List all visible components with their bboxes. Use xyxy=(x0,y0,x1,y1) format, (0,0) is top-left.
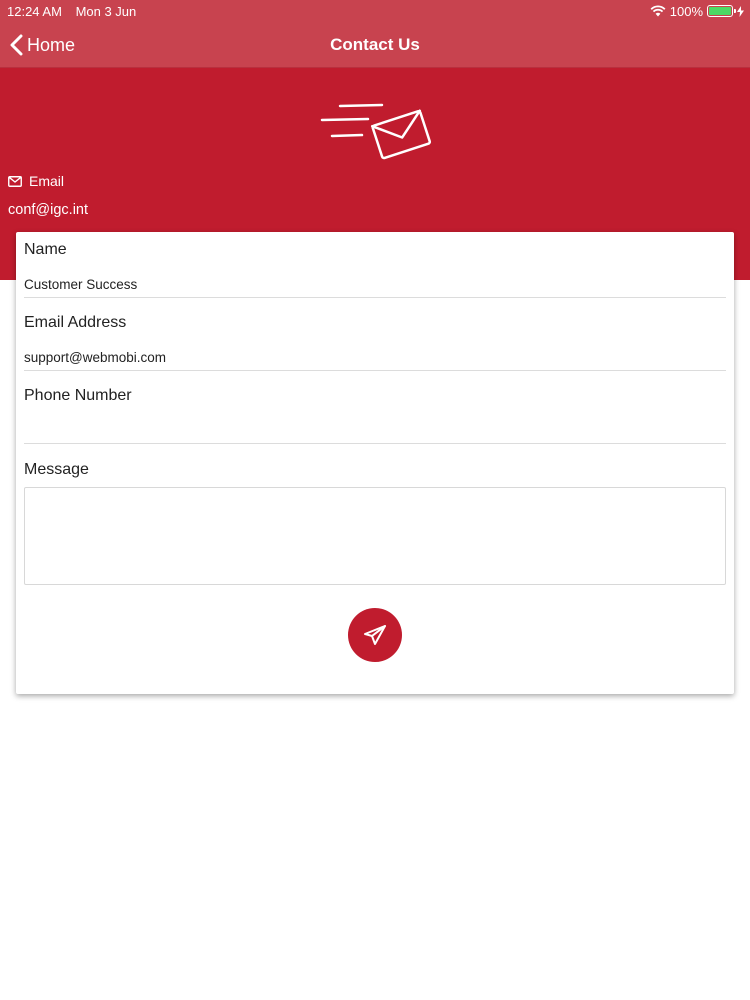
paper-plane-icon xyxy=(364,625,386,645)
status-left: 12:24 AM Mon 3 Jun xyxy=(7,4,146,19)
status-right: 100% xyxy=(650,4,744,19)
chevron-left-icon xyxy=(10,34,23,56)
send-button[interactable] xyxy=(348,608,402,662)
message-textarea[interactable] xyxy=(24,487,726,585)
email-label: Email xyxy=(29,173,65,189)
name-field-group: Name xyxy=(24,241,726,298)
envelope-icon xyxy=(8,175,22,187)
battery-icon xyxy=(707,5,736,17)
navigation-bar: Home Contact Us xyxy=(0,22,750,68)
status-time: 12:24 AM xyxy=(7,3,62,19)
back-label: Home xyxy=(27,34,76,55)
contact-form-card: Name Email Address Phone Number Message xyxy=(16,232,734,694)
contact-email-link[interactable]: conf@igc.int xyxy=(8,202,88,218)
battery-percent: 100% xyxy=(669,3,703,19)
phone-field-group: Phone Number xyxy=(24,387,726,444)
phone-input[interactable] xyxy=(24,422,726,438)
flying-envelope-icon xyxy=(320,103,432,160)
wifi-icon xyxy=(650,5,666,17)
name-label: Name xyxy=(24,241,67,258)
charging-bolt-icon xyxy=(737,5,744,17)
email-address-label: Email Address xyxy=(24,314,127,331)
page-title: Contact Us xyxy=(330,34,420,54)
phone-label: Phone Number xyxy=(24,387,132,404)
status-bar: 12:24 AM Mon 3 Jun 100% xyxy=(0,0,750,22)
email-label-row: Email xyxy=(8,173,64,189)
email-field-group: Email Address xyxy=(24,314,726,371)
name-input[interactable] xyxy=(24,276,726,292)
message-label: Message xyxy=(24,461,89,478)
back-button[interactable]: Home xyxy=(10,22,75,68)
email-input[interactable] xyxy=(24,349,726,365)
status-date: Mon 3 Jun xyxy=(75,3,137,19)
